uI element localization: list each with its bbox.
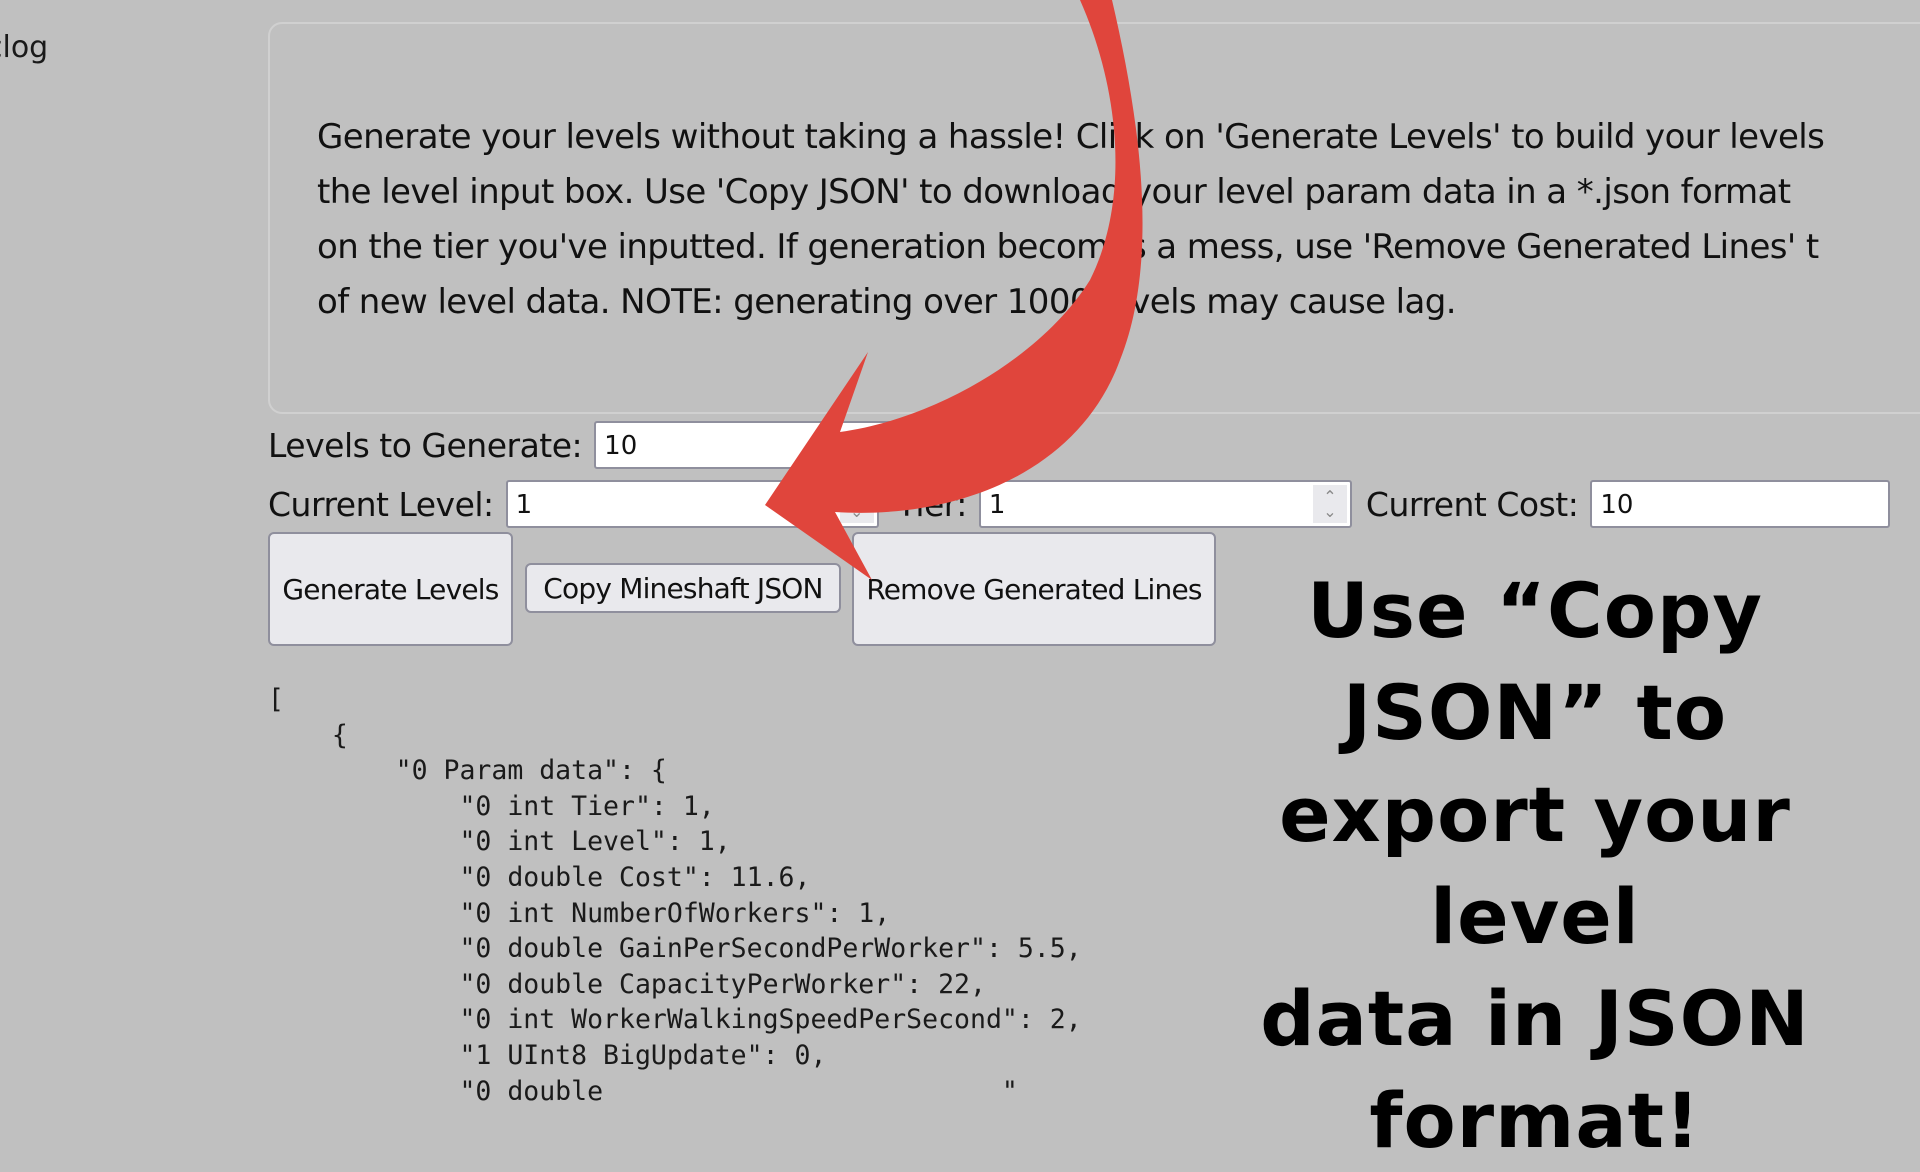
- levels-to-generate-row: Levels to Generate: 10: [268, 421, 970, 469]
- parameters-row: Current Level: 1 ⌃ ⌄ Tier: 1 ⌃ ⌄ Current…: [268, 480, 1891, 528]
- callout-line: Use “Copy: [1307, 566, 1763, 655]
- levels-to-generate-label: Levels to Generate:: [268, 425, 583, 465]
- json-line: "0 int Tier": 1,: [268, 790, 715, 822]
- current-cost-input[interactable]: 10: [1590, 480, 1891, 528]
- nav-link-changelog[interactable]: clog: [0, 30, 48, 65]
- callout-text: Use “Copy JSON” to export your level dat…: [1200, 560, 1870, 1172]
- json-output: [ { "0 Param data": { "0 int Tier": 1, "…: [268, 682, 1082, 1109]
- spin-down-icon[interactable]: ⌄: [1323, 504, 1336, 520]
- current-level-input[interactable]: 1 ⌃ ⌄: [505, 480, 879, 528]
- copy-json-button[interactable]: Copy Mineshaft JSON: [525, 563, 841, 613]
- info-line: of new level data. NOTE: generating over…: [317, 282, 1457, 322]
- levels-to-generate-value: 10: [604, 431, 638, 461]
- generate-levels-button[interactable]: Generate Levels: [268, 532, 513, 646]
- json-line: "0 int Level": 1,: [268, 826, 731, 858]
- current-level-label: Current Level:: [268, 484, 494, 524]
- info-line: on the tier you've inputted. If generati…: [317, 227, 1819, 267]
- json-line: "0 double ": [268, 1075, 1018, 1107]
- json-line: "0 double CapacityPerWorker": 22,: [268, 968, 986, 1000]
- info-text: Generate your levels without taking a ha…: [317, 110, 1920, 330]
- json-line: "0 double Cost": 11.6,: [268, 861, 811, 893]
- json-line: "0 Param data": {: [268, 755, 667, 787]
- json-line: "0 int WorkerWalkingSpeedPerSecond": 2,: [268, 1004, 1082, 1036]
- json-line: "0 int NumberOfWorkers": 1,: [268, 897, 891, 929]
- tier-label: Tier:: [896, 484, 968, 524]
- spin-down-icon[interactable]: ⌄: [850, 504, 863, 520]
- current-level-value: 1: [515, 490, 533, 520]
- levels-to-generate-input[interactable]: 10: [594, 421, 970, 469]
- callout-line: JSON” to: [1342, 668, 1728, 757]
- info-line: the level input box. Use 'Copy JSON' to …: [317, 172, 1791, 212]
- remove-generated-lines-button[interactable]: Remove Generated Lines: [852, 532, 1216, 646]
- current-level-spinner[interactable]: ⌃ ⌄: [839, 485, 874, 523]
- tier-spinner[interactable]: ⌃ ⌄: [1312, 485, 1347, 523]
- tier-value: 1: [988, 490, 1006, 520]
- current-cost-label: Current Cost:: [1365, 484, 1579, 524]
- info-line: Generate your levels without taking a ha…: [317, 117, 1825, 157]
- current-cost-value: 10: [1600, 490, 1634, 520]
- callout-line: export your level: [1279, 770, 1791, 961]
- json-line: "0 double GainPerSecondPerWorker": 5.5,: [268, 933, 1082, 965]
- json-line: "1 UInt8 BigUpdate": 0,: [268, 1039, 827, 1071]
- callout-line: format!: [1369, 1076, 1701, 1165]
- tier-input[interactable]: 1 ⌃ ⌄: [978, 480, 1352, 528]
- callout-line: data in JSON: [1260, 974, 1810, 1063]
- json-line: [: [268, 684, 284, 715]
- json-line: {: [268, 719, 348, 751]
